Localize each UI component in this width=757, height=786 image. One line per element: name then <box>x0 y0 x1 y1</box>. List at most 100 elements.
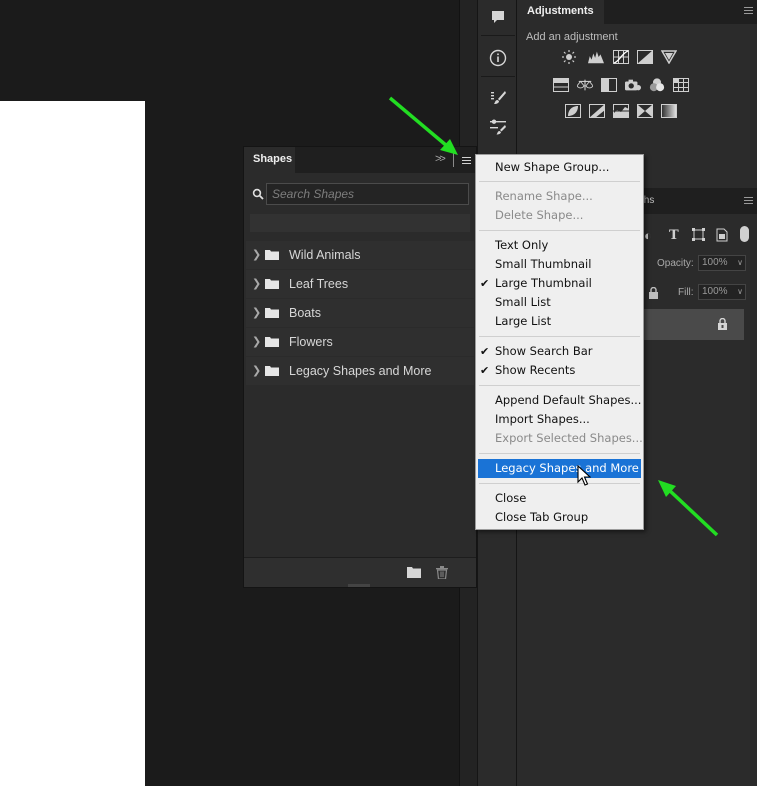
posterize-icon[interactable] <box>589 104 605 118</box>
shape-group-row[interactable]: ❯ Boats <box>246 299 474 327</box>
chevron-right-icon[interactable]: ❯ <box>252 248 261 261</box>
shape-group-label: Leaf Trees <box>289 277 349 291</box>
menu-item-new-shape-group[interactable]: New Shape Group... <box>476 158 643 177</box>
folder-icon <box>265 250 279 260</box>
type-filter-icon[interactable]: T <box>669 228 679 243</box>
menu-item-close[interactable]: Close <box>476 489 643 508</box>
fill-field[interactable]: 100% ∨ <box>698 284 746 300</box>
strip-divider <box>481 35 515 36</box>
opacity-field[interactable]: 100% ∨ <box>698 255 746 271</box>
menu-separator <box>479 453 640 454</box>
shape-group-list: ❯ Wild Animals ❯ Leaf Trees ❯ Boats ❯ Fl… <box>246 241 474 386</box>
color-lookup-icon[interactable] <box>673 78 689 92</box>
adjustments-heading: Add an adjustment <box>526 31 618 43</box>
search-bar <box>250 183 470 205</box>
adjustment-filter-icon[interactable]: ◐ <box>644 228 652 243</box>
adjustments-tabbar: Adjustments <box>517 0 757 24</box>
layer-lock-icon <box>717 317 728 333</box>
menu-item-legacy-shapes-and-more[interactable]: Legacy Shapes and More <box>478 459 641 478</box>
menu-item-import-shapes[interactable]: Import Shapes... <box>476 410 643 429</box>
tab-adjustments[interactable]: Adjustments <box>517 0 604 24</box>
lock-icon[interactable] <box>648 286 659 302</box>
menu-separator <box>479 483 640 484</box>
shape-group-row[interactable]: ❯ Wild Animals <box>246 241 474 269</box>
brightness-icon[interactable] <box>561 50 577 64</box>
shape-group-row[interactable]: ❯ Flowers <box>246 328 474 356</box>
chevron-right-icon[interactable]: ❯ <box>252 277 261 290</box>
menu-item-label: Show Recents <box>495 363 576 377</box>
info-icon[interactable] <box>483 44 513 72</box>
folder-icon <box>265 366 279 376</box>
new-group-folder-icon[interactable] <box>406 565 422 579</box>
brushes-icon[interactable] <box>483 84 513 112</box>
menu-item-label: Show Search Bar <box>495 344 593 358</box>
menu-item-close-tab-group[interactable]: Close Tab Group <box>476 508 643 527</box>
checkmark-icon: ✔ <box>480 345 490 358</box>
tab-shapes[interactable]: Shapes <box>244 147 295 173</box>
shapes-tabbar: Shapes >> <box>244 147 476 173</box>
selective-color-icon[interactable] <box>637 104 653 118</box>
menu-item-label: Large List <box>495 314 552 328</box>
chevron-right-icon[interactable]: ❯ <box>252 306 261 319</box>
curves-icon[interactable] <box>613 50 629 64</box>
smart-object-filter-icon[interactable] <box>716 228 728 245</box>
menu-item-show-recents[interactable]: ✔ Show Recents <box>476 361 643 380</box>
panel-menu-icon[interactable] <box>744 197 753 206</box>
shape-group-row[interactable]: ❯ Leaf Trees <box>246 270 474 298</box>
brush-settings-icon[interactable] <box>483 113 513 141</box>
chevron-right-icon[interactable]: ❯ <box>252 364 261 377</box>
menu-item-small-thumbnail[interactable]: Small Thumbnail <box>476 255 643 274</box>
exposure-icon[interactable] <box>637 50 653 64</box>
black-white-icon[interactable] <box>601 78 617 92</box>
menu-item-show-search-bar[interactable]: ✔ Show Search Bar <box>476 342 643 361</box>
menu-item-export-selected-shapes: Export Selected Shapes... <box>476 429 643 448</box>
shapes-flyout-menu: New Shape Group... Rename Shape... Delet… <box>475 154 644 530</box>
menu-item-delete-shape: Delete Shape... <box>476 206 643 225</box>
shape-group-label: Wild Animals <box>289 248 361 262</box>
menu-item-rename-shape: Rename Shape... <box>476 187 643 206</box>
hue-saturation-icon[interactable] <box>553 78 569 92</box>
search-icon <box>252 188 264 200</box>
comment-icon[interactable] <box>483 3 513 31</box>
levels-icon[interactable] <box>588 50 604 64</box>
fill-value: 100% <box>702 286 728 297</box>
menu-item-label: Delete Shape... <box>495 208 584 222</box>
folder-icon <box>265 308 279 318</box>
filter-toggle[interactable] <box>740 226 749 242</box>
menu-item-text-only[interactable]: Text Only <box>476 236 643 255</box>
menu-item-label: Large Thumbnail <box>495 276 592 290</box>
menu-separator <box>479 181 640 182</box>
color-balance-icon[interactable] <box>577 78 593 92</box>
shape-filter-icon[interactable] <box>692 228 705 244</box>
opacity-value: 100% <box>702 257 728 268</box>
threshold-icon[interactable] <box>613 104 629 118</box>
menu-item-label: Close <box>495 491 527 505</box>
chevron-right-icon[interactable]: ❯ <box>252 335 261 348</box>
panel-menu-icon[interactable] <box>744 7 753 16</box>
fill-label: Fill: <box>678 287 694 298</box>
shapes-panel-footer <box>244 557 476 587</box>
invert-icon[interactable] <box>565 104 581 118</box>
panel-menu-icon[interactable] <box>458 153 474 167</box>
panel-resize-grip[interactable] <box>348 584 370 587</box>
menu-item-large-thumbnail[interactable]: ✔ Large Thumbnail <box>476 274 643 293</box>
channel-mixer-icon[interactable] <box>649 78 665 92</box>
menu-item-small-list[interactable]: Small List <box>476 293 643 312</box>
menu-separator <box>479 385 640 386</box>
menu-item-append-default-shapes[interactable]: Append Default Shapes... <box>476 391 643 410</box>
search-input[interactable] <box>266 183 469 205</box>
photo-filter-icon[interactable] <box>625 78 641 92</box>
collapse-panel-icon[interactable]: >> <box>435 153 446 165</box>
menu-item-label: New Shape Group... <box>495 160 610 174</box>
recents-strip <box>250 214 470 232</box>
menu-separator <box>479 336 640 337</box>
mouse-cursor-icon <box>577 465 591 486</box>
vibrance-icon[interactable] <box>661 50 677 64</box>
gradient-map-icon[interactable] <box>661 104 677 118</box>
trash-icon[interactable] <box>434 565 450 579</box>
shape-group-row[interactable]: ❯ Legacy Shapes and More <box>246 357 474 385</box>
menu-item-large-list[interactable]: Large List <box>476 312 643 331</box>
folder-icon <box>265 337 279 347</box>
opacity-label: Opacity: <box>657 258 694 269</box>
document-canvas[interactable] <box>0 101 145 786</box>
